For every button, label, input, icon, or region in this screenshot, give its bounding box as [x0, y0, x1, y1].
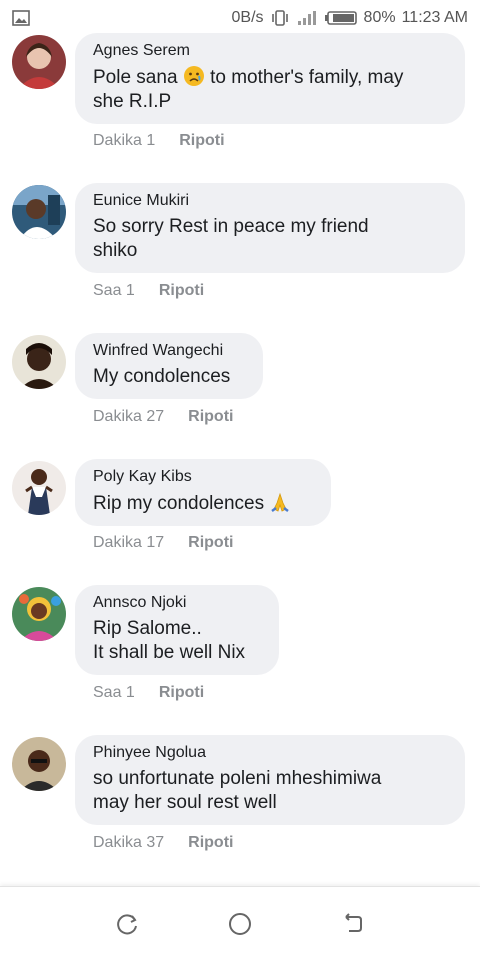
recents-button[interactable]	[107, 904, 147, 944]
comment-list: Agnes Serem Pole sana to mother's family…	[0, 33, 480, 885]
comment: Eunice Mukiri So sorry Rest in peace my …	[0, 183, 480, 333]
status-bar: 0B/s 80% 11:23 AM	[0, 0, 480, 36]
comment-text: Rip Salome.. It shall be well Nix	[93, 618, 246, 663]
comment-meta: Dakika 27 Ripoti	[93, 408, 233, 426]
signal-icon	[297, 11, 316, 25]
comment-meta: Dakika 17 Ripoti	[93, 534, 233, 552]
comment-text: Rip my condolences	[93, 491, 313, 516]
comment-bubble[interactable]: Eunice Mukiri So sorry Rest in peace my …	[75, 183, 465, 273]
avatar[interactable]	[12, 461, 66, 515]
comment-bubble[interactable]: Phinyee Ngolua so unfortunate poleni mhe…	[75, 735, 465, 825]
comment-time: Dakika 27	[93, 408, 165, 425]
clock: 11:23 AM	[401, 9, 468, 26]
avatar[interactable]	[12, 587, 66, 641]
comment-text: so unfortunate poleni mheshimiwa may her…	[93, 768, 382, 813]
avatar[interactable]	[12, 185, 66, 239]
comment-author[interactable]: Winfred Wangechi	[93, 341, 245, 361]
sad-face-emoji-icon	[183, 65, 205, 87]
back-icon	[345, 912, 363, 932]
avatar[interactable]	[12, 335, 66, 389]
comment-bubble[interactable]: Winfred Wangechi My condolences	[75, 333, 263, 399]
comment: Agnes Serem Pole sana to mother's family…	[0, 33, 480, 183]
network-speed: 0B/s	[231, 9, 264, 26]
gallery-icon	[12, 10, 30, 26]
recents-icon	[116, 913, 137, 934]
comment-time: Dakika 1	[93, 132, 156, 149]
vibrate-icon	[271, 10, 288, 26]
comment-time: Dakika 17	[93, 534, 165, 551]
comment-bubble[interactable]: Poly Kay Kibs Rip my condolences	[75, 459, 331, 526]
back-button[interactable]	[333, 904, 373, 944]
report-link[interactable]: Ripoti	[159, 684, 204, 702]
comment-meta: Dakika 37 Ripoti	[93, 834, 233, 852]
comment-text: Pole sana to mother's family, may she R.…	[93, 65, 404, 112]
battery-percent: 80%	[363, 9, 396, 26]
comment: Annsco Njoki Rip Salome.. It shall be we…	[0, 585, 480, 735]
comment-time: Dakika 37	[93, 834, 165, 851]
comment-text: My condolences	[93, 366, 231, 387]
report-link[interactable]: Ripoti	[188, 534, 233, 552]
comment-bubble[interactable]: Annsco Njoki Rip Salome.. It shall be we…	[75, 585, 279, 675]
comment-author[interactable]: Poly Kay Kibs	[93, 467, 313, 487]
avatar[interactable]	[12, 35, 66, 89]
comment-author[interactable]: Agnes Serem	[93, 41, 447, 61]
comment-author[interactable]: Eunice Mukiri	[93, 191, 447, 211]
comment-time: Saa 1	[93, 282, 135, 299]
comment: Phinyee Ngolua so unfortunate poleni mhe…	[0, 735, 480, 885]
home-icon	[228, 912, 251, 935]
comment-meta: Saa 1 Ripoti	[93, 684, 204, 702]
comment-bubble[interactable]: Agnes Serem Pole sana to mother's family…	[75, 33, 465, 124]
avatar[interactable]	[12, 737, 66, 791]
comment-author[interactable]: Annsco Njoki	[93, 593, 261, 613]
report-link[interactable]: Ripoti	[188, 834, 233, 852]
praying-hands-emoji-icon	[269, 491, 291, 513]
comment: Winfred Wangechi My condolences Dakika 2…	[0, 333, 480, 459]
comment-time: Saa 1	[93, 684, 135, 701]
home-button[interactable]	[220, 904, 260, 944]
battery-icon	[324, 11, 357, 25]
navigation-bar	[0, 886, 480, 960]
report-link[interactable]: Ripoti	[179, 132, 224, 150]
comment-author[interactable]: Phinyee Ngolua	[93, 743, 447, 763]
report-link[interactable]: Ripoti	[188, 408, 233, 426]
report-link[interactable]: Ripoti	[159, 282, 204, 300]
comment-text: So sorry Rest in peace my friend shiko	[93, 216, 369, 261]
comment-meta: Dakika 1 Ripoti	[93, 132, 225, 150]
comment-meta: Saa 1 Ripoti	[93, 282, 204, 300]
